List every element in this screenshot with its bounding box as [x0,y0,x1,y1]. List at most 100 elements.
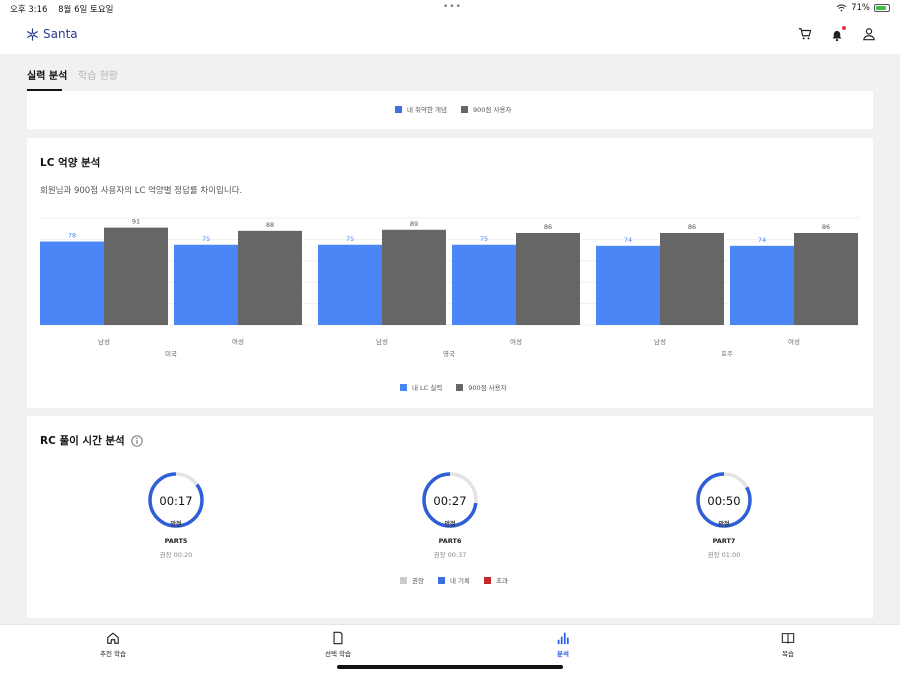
x-tick-label: 남성 [98,337,110,346]
nav-analysis[interactable]: 분석 [503,631,623,658]
bar-top900 [382,229,446,325]
timer-value: 00:27 [433,494,467,508]
bar-value-label: 74 [624,236,632,244]
legend-item: 900점 사용자 [456,382,507,392]
timer-part: PART7 [712,537,736,545]
profile-icon[interactable] [862,27,876,41]
timer-part7: 00:50 안정 PART7 권장 01:00 [664,470,784,559]
legend-swatch-over [483,576,491,584]
legend-label: 내 기록 [449,577,470,585]
bar-mine [174,244,238,325]
lc-bar-chart: 78 91 남성 75 88 여성 75 89 남성 75 86 여성 74 86 남성 74 86 여성미국 영국… [40,217,860,358]
legend-item: 내 기록 [437,575,470,585]
cart-icon[interactable] [798,27,812,41]
legend-swatch-900 [456,383,464,391]
x-tick-label: 여성 [510,337,522,346]
bar-chart-icon [557,632,569,645]
legend-item: 900점 사용자 [461,104,511,114]
bar-value-label: 86 [544,223,552,231]
open-book-icon [781,633,795,644]
timer-status: 안정 [718,521,730,528]
legend-swatch-mine [395,105,402,113]
nav-review[interactable]: 복습 [728,631,848,658]
timer-value: 00:50 [707,494,741,508]
legend-swatch-900 [461,105,469,113]
timer-status: 안정 [444,521,456,528]
lc-accent-card: LC 억양 분석 회원님과 900점 사용자의 LC 억양별 정답률 차이입니다… [27,138,873,408]
timer-status: 안정 [170,521,182,528]
rc-title: RC 풀이 시간 분석 [40,435,125,447]
weak-concept-card: 내 취약한 개념 900점 사용자 [27,91,873,129]
nav-selected-study[interactable]: 선택 학습 [278,631,398,658]
app-header: Santa [0,16,900,54]
timer-recommended: 권장 00:37 [433,551,467,559]
home-icon [107,632,119,644]
timer-recommended: 권장 00:20 [159,551,193,559]
tab-learning-status[interactable]: 학습 현황 [78,67,118,82]
legend-label: 900점 사용자 [468,384,507,392]
bar-mine [596,245,660,325]
timer-part5: 00:17 안정 PART5 권장 00:20 [116,470,236,559]
legend-item: 내 취약한 개념 [395,104,447,114]
timer-recommended: 권장 01:00 [707,551,741,559]
analysis-tabs: 실력 분석 학습 현황 [0,54,900,91]
bar-value-label: 89 [410,220,418,228]
santa-snowflake-icon [27,27,38,41]
nav-label: 분석 [557,650,569,658]
legend-item: 초과 [483,575,508,585]
group-label: 미국 [165,349,177,358]
bar-mine [40,241,104,325]
bar-value-label: 86 [688,223,696,231]
legend-swatch-recommended [400,576,407,584]
bar-top900 [794,232,858,325]
tab-skill-analysis[interactable]: 실력 분석 [27,67,67,82]
legend-swatch-my-record [437,576,445,584]
santa-logo[interactable]: Santa [26,27,78,41]
status-date: 8월 6일 토요일 [58,5,114,15]
x-tick-label: 여성 [232,337,244,346]
wifi-icon [836,4,847,12]
legend-item: 내 LC 실력 [400,382,442,392]
weak-concept-legend: 내 취약한 개념 900점 사용자 [395,104,511,114]
bar-top900 [660,232,724,325]
notification-badge [842,26,846,30]
book-page-icon [333,631,343,645]
legend-label: 초과 [495,577,508,585]
notification-bell-button[interactable] [830,26,846,42]
bar-top900 [516,232,580,325]
info-icon[interactable] [131,434,143,447]
timer-part6: 00:27 안정 PART6 권장 00:37 [390,470,510,559]
x-tick-label: 남성 [376,337,388,346]
rc-title-row: RC 풀이 시간 분석 [40,433,143,448]
bar-value-label: 91 [132,218,140,226]
timer-part: PART6 [438,537,462,545]
bar-value-label: 75 [202,235,210,243]
multitask-dots-icon[interactable]: ••• [443,2,462,12]
home-indicator [337,665,563,669]
nav-label: 선택 학습 [325,650,351,658]
status-bar: 오후 3:16 8월 6일 토요일 ••• 71% [0,0,900,16]
legend-label: 내 LC 실력 [412,384,443,392]
lc-title: LC 억양 분석 [40,157,101,169]
legend-item: 권장 [400,575,424,585]
nav-label: 복습 [782,650,794,658]
group-label: 영국 [443,349,455,358]
timer-part: PART5 [164,537,188,545]
bar-value-label: 78 [68,232,76,240]
rc-legend: 권장 내 기록 초과 [400,575,508,585]
lc-legend: 내 LC 실력 900점 사용자 [400,382,507,392]
bar-value-label: 75 [346,235,354,243]
bar-value-label: 86 [822,223,830,231]
x-tick-label: 여성 [788,337,800,346]
bar-value-label: 75 [480,235,488,243]
legend-swatch-my-lc [400,383,407,391]
lc-description: 회원님과 900점 사용자의 LC 억양별 정답률 차이입니다. [40,186,243,196]
legend-label: 내 취약한 개념 [407,106,448,114]
timer-value: 00:17 [159,494,193,508]
brand-name: Santa [43,27,78,41]
nav-recommended-study[interactable]: 추천 학습 [53,631,173,658]
bar-value-label: 74 [758,236,766,244]
battery-percent: 71% [851,3,870,13]
bar-mine [452,244,516,325]
legend-label: 권장 [412,577,424,585]
